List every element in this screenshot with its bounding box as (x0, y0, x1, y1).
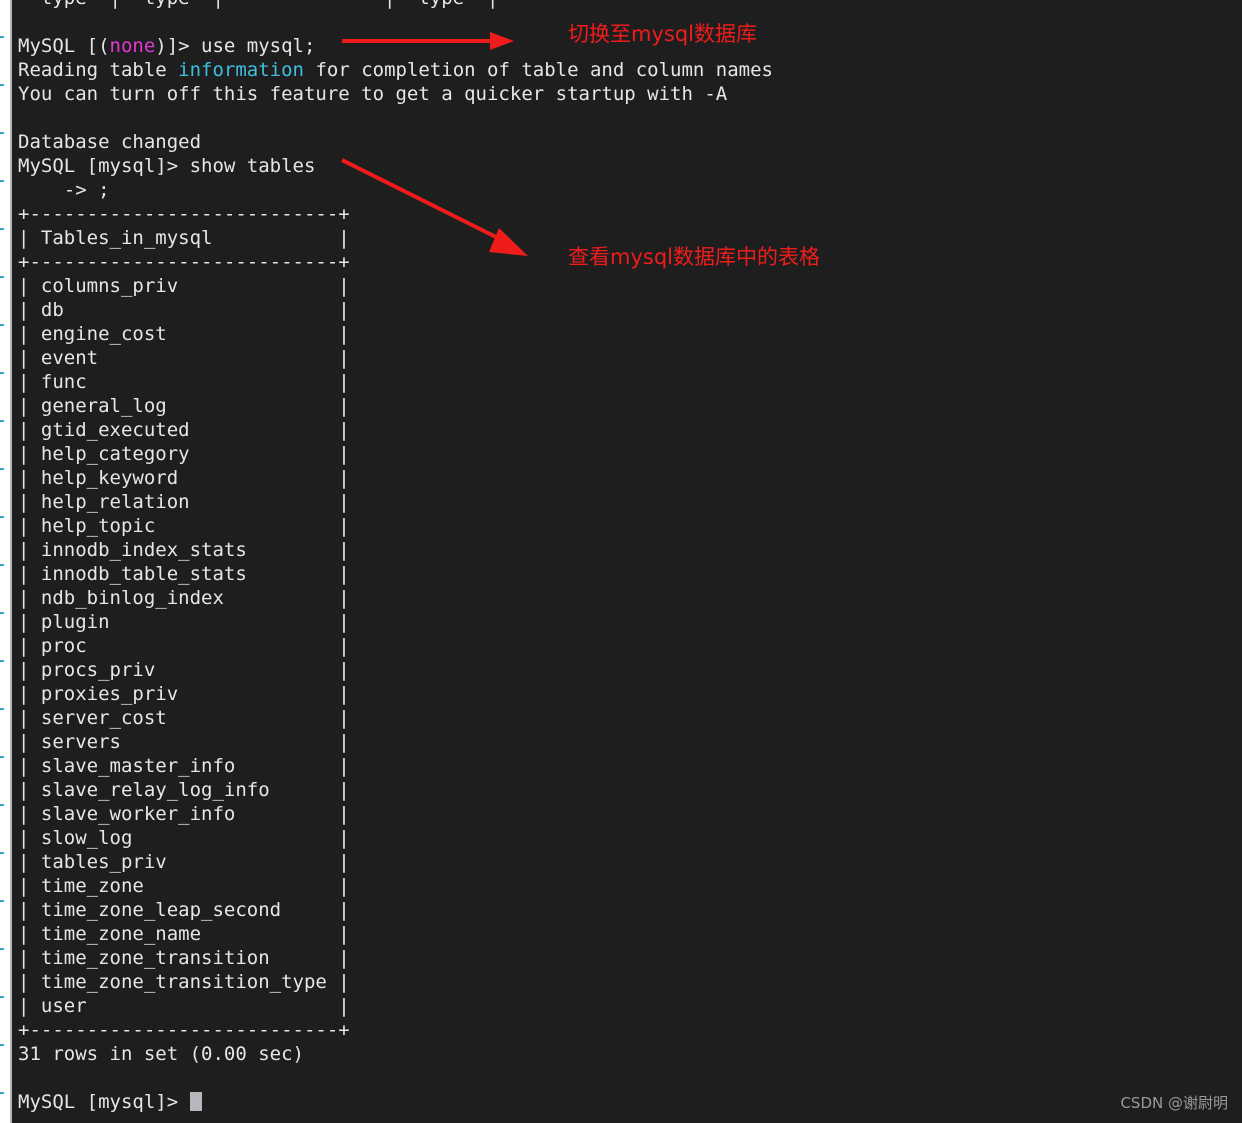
gutter-tick (0, 900, 4, 902)
table-row: | tables_priv | (18, 851, 350, 873)
table-row: | time_zone_leap_second | (18, 899, 350, 921)
cursor-block (189, 1092, 202, 1111)
gutter-tick (0, 1092, 4, 1094)
table-row: | procs_priv | (18, 659, 350, 681)
table-row: | help_keyword | (18, 467, 350, 489)
gutter-tick (0, 324, 4, 326)
table-row: | gtid_executed | (18, 419, 350, 441)
gutter-tick (0, 612, 4, 614)
table-row: | slave_worker_info | (18, 803, 350, 825)
table-row: | columns_priv | (18, 275, 350, 297)
table-rows-container: | columns_priv | | db | | engine_cost | | e… (18, 274, 1242, 1018)
table-row: | server_cost | (18, 707, 350, 729)
gutter-tick (0, 84, 4, 86)
notice-reading-table-information: Reading table information for completion… (18, 58, 1242, 82)
table-row: | help_relation | (18, 491, 350, 513)
table-row: | general_log | (18, 395, 350, 417)
gutter-tick (0, 1044, 4, 1046)
gutter-tick (0, 420, 4, 422)
prompt-suffix: )]> (155, 35, 202, 57)
final-prompt-text: MySQL [mysql]> (18, 1091, 190, 1113)
gutter-tick (0, 372, 4, 374)
table-row: | time_zone_name | (18, 923, 350, 945)
prompt-db-name: none (109, 35, 156, 57)
table-row: | db | (18, 299, 350, 321)
notice-prefix: Reading table (18, 59, 179, 81)
table-row: | help_topic | (18, 515, 350, 537)
annotation-arrow-1 (342, 28, 517, 54)
message-database-changed: Database changed (18, 131, 202, 153)
continuation-line: -> ; (18, 179, 110, 201)
gutter-tick (0, 516, 4, 518)
clipped-top-line: type | type | | type | (18, 0, 1242, 10)
terminal-content: type | type | | type | MySQL [(none)]> u… (18, 0, 1242, 1114)
gutter-tick (0, 708, 4, 710)
table-row: | slow_log | (18, 827, 350, 849)
notice-keyword-information: information (178, 59, 304, 81)
result-count-line: 31 rows in set (0.00 sec) (18, 1043, 304, 1065)
final-prompt-line[interactable]: MySQL [mysql]> (18, 1090, 1242, 1114)
table-row: | proxies_priv | (18, 683, 350, 705)
terminal-window[interactable]: type | type | | type | MySQL [(none)]> u… (12, 0, 1242, 1123)
table-row: | innodb_table_stats | (18, 563, 350, 585)
table-row: | time_zone | (18, 875, 350, 897)
command-use-mysql: use mysql; (201, 35, 316, 57)
prompt-prefix-2: MySQL [mysql]> (18, 155, 190, 177)
prompt-line-show-tables: MySQL [mysql]> show tables (18, 154, 1242, 178)
table-row: | ndb_binlog_index | (18, 587, 350, 609)
table-border-bottom: +---------------------------+ (18, 1019, 350, 1041)
gutter-tick (0, 36, 4, 38)
table-row: | slave_master_info | (18, 755, 350, 777)
gutter-tick (0, 564, 4, 566)
table-border-top: +---------------------------+ (18, 203, 350, 225)
table-row: | func | (18, 371, 350, 393)
gutter-tick (0, 180, 4, 182)
table-row: | help_category | (18, 443, 350, 465)
table-row: | innodb_index_stats | (18, 539, 350, 561)
gutter-tick (0, 276, 4, 278)
gutter-tick (0, 468, 4, 470)
gutter-tick (0, 996, 4, 998)
table-row: | time_zone_transition | (18, 947, 350, 969)
annotation-label-view-tables: 查看mysql数据库中的表格 (568, 245, 820, 269)
notice-turn-off-feature: You can turn off this feature to get a q… (18, 83, 728, 105)
gutter-tick (0, 948, 4, 950)
table-row: | time_zone_transition_type | (18, 971, 350, 993)
left-margin-gutter (0, 0, 10, 1123)
table-row: | servers | (18, 731, 350, 753)
prompt-prefix: MySQL [( (18, 35, 110, 57)
gutter-tick (0, 804, 4, 806)
csdn-watermark: CSDN @谢尉明 (1120, 1094, 1228, 1112)
gutter-tick (0, 852, 4, 854)
gutter-tick (0, 756, 4, 758)
table-row: | plugin | (18, 611, 350, 633)
table-row: | proc | (18, 635, 350, 657)
table-row: | engine_cost | (18, 323, 350, 345)
gutter-tick (0, 132, 4, 134)
command-show-tables: show tables (189, 155, 316, 177)
table-row: | slave_relay_log_info | (18, 779, 350, 801)
gutter-tick (0, 660, 4, 662)
annotation-label-switch-database: 切换至mysql数据库 (568, 22, 757, 46)
table-row: | user | (18, 995, 350, 1017)
annotation-arrow-2 (334, 152, 539, 267)
page-root: type | type | | type | MySQL [(none)]> u… (0, 0, 1242, 1123)
gutter-tick (0, 228, 4, 230)
notice-suffix: for completion of table and column names (304, 59, 773, 81)
table-row: | event | (18, 347, 350, 369)
